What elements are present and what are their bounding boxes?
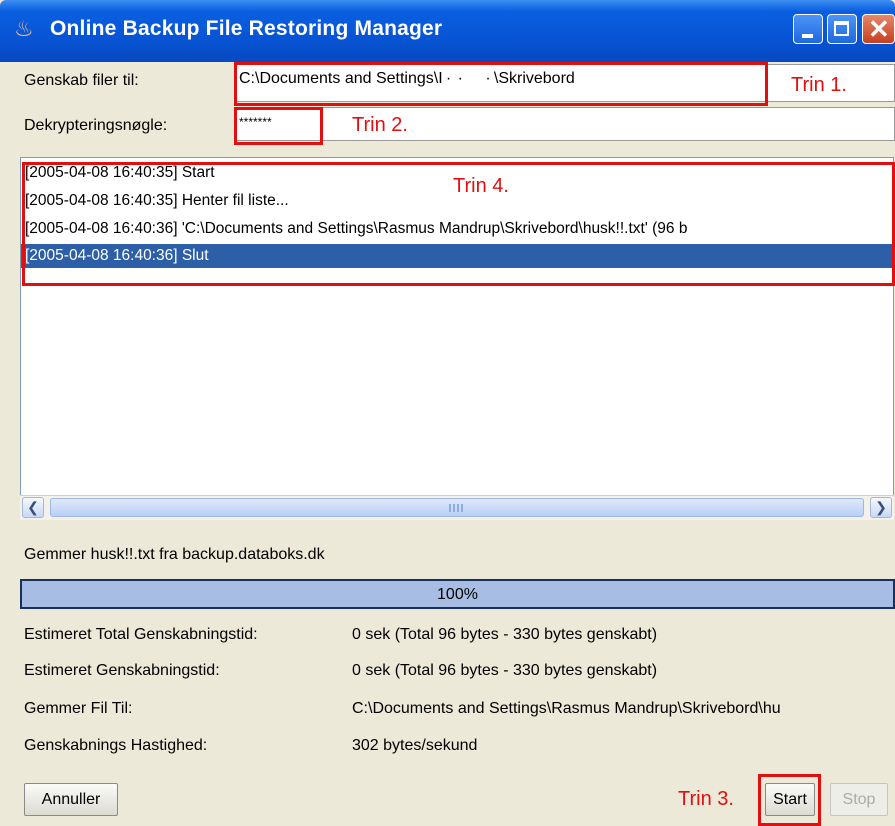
minimize-button[interactable] — [793, 14, 823, 44]
stat-label: Estimeret Total Genskabningstid: — [24, 626, 258, 643]
chevron-left-icon: ❮ — [27, 499, 39, 515]
scroll-left-button[interactable]: ❮ — [22, 497, 44, 518]
grip-icon — [449, 504, 465, 512]
window-title: Online Backup File Restoring Manager — [50, 17, 443, 40]
maximize-icon — [834, 21, 849, 36]
status-message: Gemmer husk!!.txt fra backup.databoks.dk — [24, 546, 325, 563]
java-cup-icon: ♨ — [14, 16, 34, 41]
stat-value: 302 bytes/sekund — [352, 737, 478, 754]
progress-label: 100% — [437, 586, 478, 603]
stat-value: 0 sek (Total 96 bytes - 330 bytes genska… — [352, 662, 658, 679]
step1-highlight — [234, 62, 768, 106]
key-input[interactable]: ******* — [234, 107, 895, 141]
stat-label: Genskabnings Hastighed: — [24, 737, 208, 754]
horizontal-scrollbar[interactable]: ❮ ❯ — [20, 495, 894, 520]
stat-label: Gemmer Fil Til: — [24, 700, 133, 717]
stat-value: 0 sek (Total 96 bytes - 330 bytes genska… — [352, 626, 658, 643]
close-icon: ✕ — [868, 14, 890, 44]
chevron-right-icon: ❯ — [875, 499, 887, 515]
title-bar[interactable]: ♨ Online Backup File Restoring Manager ✕ — [0, 0, 895, 62]
key-label: Dekrypteringsnøgle: — [24, 117, 168, 134]
restore-to-label: Genskab filer til: — [24, 72, 139, 89]
stat-label: Estimeret Genskabningstid: — [24, 662, 220, 679]
scroll-thumb[interactable] — [50, 498, 864, 517]
stat-value: C:\Documents and Settings\Rasmus Mandrup… — [352, 700, 781, 717]
step2-annotation: Trin 2. — [352, 114, 408, 136]
minimize-icon — [802, 34, 813, 38]
step3-highlight — [758, 774, 821, 826]
step3-annotation: Trin 3. — [678, 788, 734, 810]
step4-annotation: Trin 4. — [453, 175, 509, 197]
maximize-button[interactable] — [827, 14, 857, 44]
cancel-button[interactable]: Annuller — [24, 783, 118, 816]
scroll-right-button[interactable]: ❯ — [870, 497, 892, 518]
step1-annotation: Trin 1. — [791, 74, 847, 96]
stop-button[interactable]: Stop — [830, 783, 888, 816]
progress-bar: 100% — [20, 579, 895, 609]
step2-highlight — [234, 107, 323, 145]
close-button[interactable]: ✕ — [862, 14, 895, 44]
